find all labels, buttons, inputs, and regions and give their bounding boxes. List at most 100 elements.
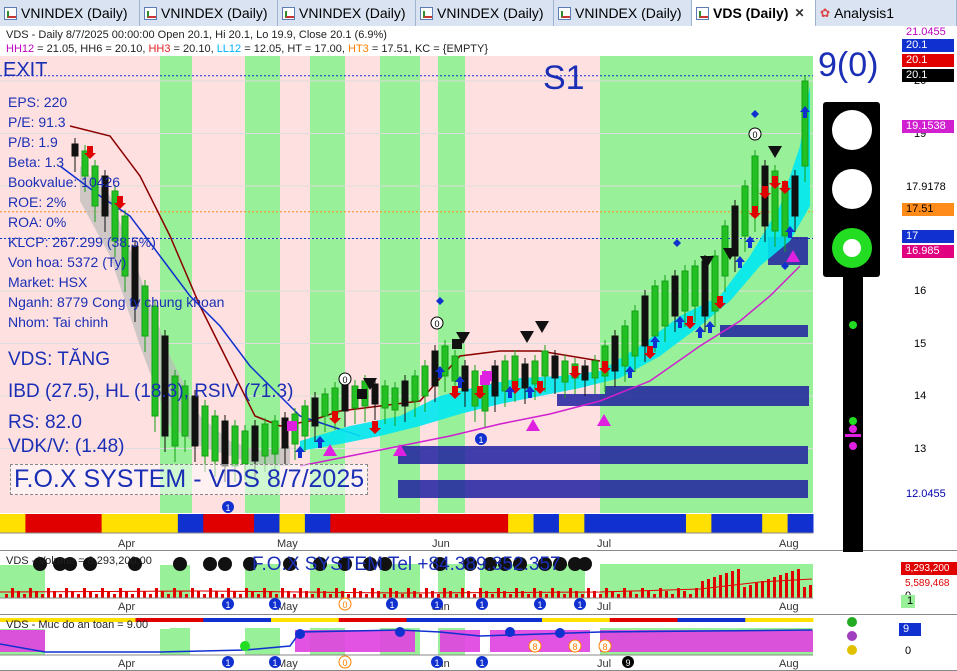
volume-bar xyxy=(665,591,668,598)
price-tick: 13 xyxy=(914,442,927,455)
volume-marker: 1 xyxy=(901,595,915,608)
volume-current-tag: 8,293,200 xyxy=(901,562,957,575)
candle-body xyxy=(741,185,749,237)
volume-bar xyxy=(683,591,686,598)
candle-body xyxy=(651,285,659,337)
support-zone xyxy=(720,325,808,337)
support-zone xyxy=(557,394,809,406)
candle-body xyxy=(401,380,409,407)
stat-bookvalue: Bookvalue: 10426 xyxy=(8,174,121,190)
levels-header-part: HT3 xyxy=(348,43,369,55)
chart-icon xyxy=(282,6,295,20)
volume-bar xyxy=(215,591,218,598)
traffic-light-pole xyxy=(843,277,863,552)
volume-bar xyxy=(335,588,338,598)
tab-bar: VNINDEX (Daily) VNINDEX (Daily) VNINDEX … xyxy=(0,0,957,26)
levels-header-part: HH3 xyxy=(148,43,171,55)
traffic-light-middle-icon xyxy=(832,169,872,209)
signal-circle-label: 1 xyxy=(389,600,394,610)
tab-vnindex-1[interactable]: VNINDEX (Daily) xyxy=(0,0,140,26)
volume-bar xyxy=(455,594,458,598)
month-label: Aug xyxy=(779,601,799,613)
volume-bar xyxy=(419,594,422,598)
price-chart-panel[interactable]: 0 0 0 1 1 Apr May Jun Jul Aug VDS - Daily 8/7/202… xyxy=(0,26,957,552)
signal-circle-label: 0 xyxy=(752,130,757,140)
tab-vnindex-2[interactable]: VNINDEX (Daily) xyxy=(140,0,278,26)
volume-bar xyxy=(773,577,776,598)
candle-body xyxy=(561,360,569,383)
signal-circle-label: 1 xyxy=(272,658,277,668)
volume-bar xyxy=(527,594,530,598)
candle-body xyxy=(411,375,419,402)
candle-body xyxy=(791,175,799,217)
signal-circle-label: 1 xyxy=(434,600,439,610)
safety-dot-icon xyxy=(240,641,250,651)
tab-vnindex-4[interactable]: VNINDEX (Daily) xyxy=(416,0,554,26)
volume-bar xyxy=(29,588,32,598)
volume-bar xyxy=(11,588,14,598)
signal-circle-label: 1 xyxy=(577,600,582,610)
signal-circle-label: 0 xyxy=(342,658,347,668)
volume-bar xyxy=(737,569,740,598)
volume-bar xyxy=(131,594,134,598)
candle-body xyxy=(71,143,79,157)
tab-vnindex-5[interactable]: VNINDEX (Daily) xyxy=(554,0,692,26)
strip-cell xyxy=(558,514,585,533)
candle-body xyxy=(801,80,809,167)
strip-cell xyxy=(406,514,433,533)
strip-cell xyxy=(635,514,662,533)
month-label: Jun xyxy=(432,538,450,550)
strip-cell xyxy=(482,514,509,533)
safety-strip-cell xyxy=(542,618,611,622)
price-level-tag: 16.985 xyxy=(902,245,954,258)
volume-bar xyxy=(509,594,512,598)
volume-bar xyxy=(95,594,98,598)
signal-circle-label: 1 xyxy=(225,658,230,668)
volume-bar xyxy=(383,594,386,598)
strip-cell xyxy=(660,514,687,533)
contact-banner: F.O.X SYSTEM Tel +84.389.352.357 xyxy=(252,554,561,575)
strip-cell xyxy=(177,514,204,533)
tab-vnindex-3[interactable]: VNINDEX (Daily) xyxy=(278,0,416,26)
month-label: Jul xyxy=(597,538,611,550)
volume-bar xyxy=(569,588,572,598)
volume-dot-icon xyxy=(218,557,232,571)
volume-bar xyxy=(755,583,758,598)
chart-icon xyxy=(144,6,157,20)
volume-bar xyxy=(659,588,662,598)
candle-body xyxy=(431,350,439,387)
chart-icon xyxy=(696,6,709,20)
candle-body xyxy=(311,397,319,427)
volume-bar xyxy=(347,594,350,598)
candle-body xyxy=(251,425,259,462)
volume-panel[interactable]: AprMayJunJulAug11011111 VDS - Volume = 8… xyxy=(0,552,957,615)
strip-cell xyxy=(685,514,712,533)
candle-body xyxy=(631,310,639,357)
stat-nhom: Nhom: Tai chinh xyxy=(8,314,109,330)
volume-header: VDS - Volume = 8,293,200.00 xyxy=(6,555,152,567)
candle-body xyxy=(671,275,679,317)
volume-bar xyxy=(551,588,554,598)
square-marker-icon xyxy=(452,339,462,349)
tab-analysis1[interactable]: ✿ Analysis1 xyxy=(816,0,957,26)
system-title: F.O.X SYSTEM - VDS 8/7/2025 xyxy=(10,464,369,495)
strip-cell xyxy=(457,514,484,533)
candle-body xyxy=(381,385,389,409)
tab-label: VNINDEX (Daily) xyxy=(161,5,268,21)
candle-body xyxy=(621,325,629,367)
strip-cell xyxy=(25,514,52,533)
candle-body xyxy=(191,395,199,447)
support-zone xyxy=(398,446,808,464)
safety-level-panel[interactable]: 888AprMayJunJulAug110119 VDS - Muc do an… xyxy=(0,616,957,671)
close-icon[interactable]: ✕ xyxy=(794,6,804,20)
analysis-icon: ✿ xyxy=(820,6,831,20)
volume-dot-icon xyxy=(173,557,187,571)
exit-signal: EXIT xyxy=(3,59,48,81)
chart-icon xyxy=(4,6,17,20)
volume-bar xyxy=(167,594,170,598)
signal-circle-label: 1 xyxy=(479,658,484,668)
month-label: Aug xyxy=(779,538,799,550)
price-level-tag: 20.1 xyxy=(902,69,954,82)
price-level-tag: 19.1538 xyxy=(902,120,954,133)
tab-vds[interactable]: VDS (Daily) ✕ xyxy=(692,0,816,26)
